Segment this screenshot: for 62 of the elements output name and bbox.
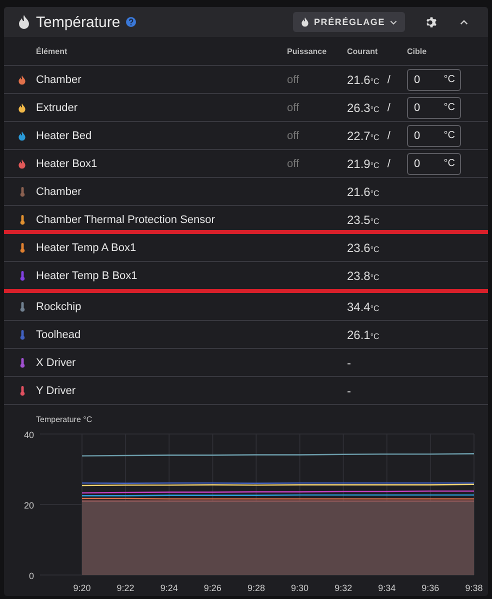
separator-slash: / [387,74,390,86]
settings-icon[interactable] [425,16,438,28]
flame-icon [300,17,309,27]
sensor-name: Extruder [36,102,79,114]
sensor-name: Chamber Thermal Protection Sensor [36,214,216,226]
x-tick-label: 9:36 [422,583,440,593]
current-temperature: 26.1°C [347,328,380,342]
current-temperature: 22.7°C [347,128,380,142]
current-temperature: 21.6°C [347,72,380,86]
panel-title: Température [36,14,120,30]
x-tick-label: 9:38 [465,583,483,593]
unit-label: °C [444,74,455,84]
sensor-name: Chamber [36,186,82,198]
y-tick-label: 0 [28,571,34,581]
column-header: Courant [347,46,379,56]
current-temperature: 21.9°C [347,156,380,170]
current-temperature: - [347,356,351,370]
power-value: off [287,130,300,142]
sensor-name: Rockchip [36,300,82,312]
sensor-name: X Driver [36,356,77,368]
current-temperature: 26.3°C [347,100,380,114]
column-header: Cible [407,46,427,56]
x-tick-label: 9:26 [204,583,222,593]
separator-slash: / [387,102,390,114]
sensor-name: Heater Box1 [36,158,98,170]
x-tick-label: 9:28 [247,583,265,593]
power-value: off [287,158,300,170]
x-tick-label: 9:32 [334,583,352,593]
separator-slash: / [387,158,390,170]
sensor-name: Toolhead [36,328,82,340]
sensor-name: Y Driver [36,384,77,396]
unit-label: °C [444,130,455,140]
chart-title: Temperature °C [36,415,92,424]
flame-icon [18,15,30,29]
x-tick-label: 9:34 [378,583,396,593]
power-value: off [287,74,300,86]
current-temperature: 34.4°C [347,300,380,314]
y-tick-label: 40 [24,430,34,440]
power-value: off [287,102,300,114]
collapse-icon[interactable] [460,20,468,24]
unit-label: °C [444,102,455,112]
current-temperature: 23.6°C [347,240,380,254]
current-temperature: 21.6°C [347,184,380,198]
x-tick-label: 9:20 [73,583,91,593]
sensor-name: Heater Temp A Box1 [36,242,138,254]
sensor-name: Heater Temp B Box1 [36,270,138,282]
sensor-name: Chamber [36,74,82,86]
column-header: Élément [36,46,68,56]
help-icon[interactable] [126,17,136,27]
current-temperature: 23.8°C [347,268,380,282]
separator-slash: / [387,130,390,142]
column-header: Puissance [287,46,328,56]
y-tick-label: 20 [24,500,34,510]
current-temperature: - [347,384,351,398]
chevron-down-icon [390,20,397,24]
current-temperature: 23.5°C [347,212,380,226]
x-tick-label: 9:30 [291,583,309,593]
x-tick-label: 9:22 [116,583,134,593]
unit-label: °C [444,158,455,168]
x-tick-label: 9:24 [160,583,178,593]
preset-button[interactable]: PRÉRÉGLAGE [292,12,405,32]
sensor-name: Heater Bed [36,130,93,142]
